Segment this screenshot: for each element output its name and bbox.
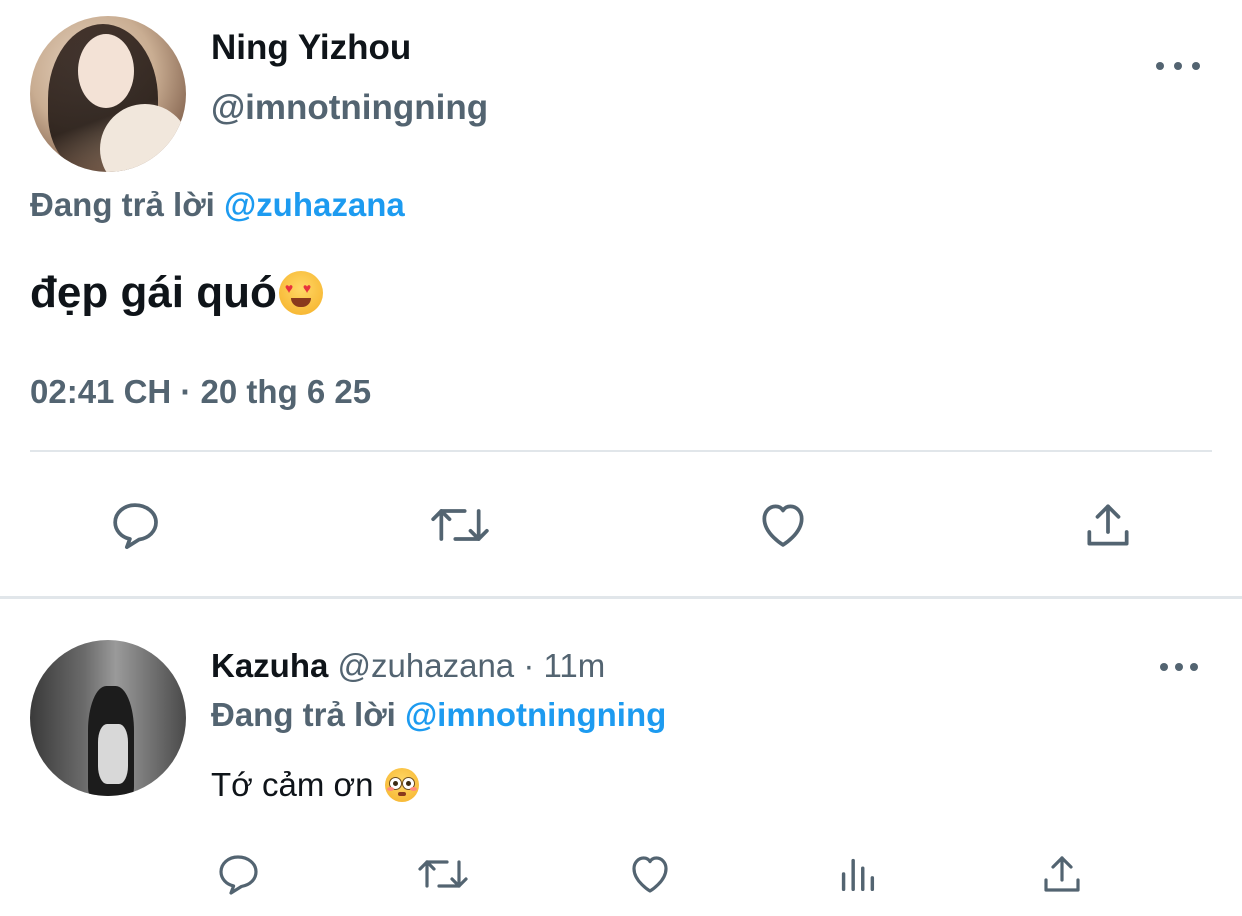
reply-replying-to-line: Đang trả lời @imnotningning	[211, 696, 666, 734]
reply-text-content: Tớ cảm ơn	[211, 766, 374, 803]
more-dot-icon	[1160, 663, 1168, 671]
more-dot-icon	[1175, 663, 1183, 671]
mention-link[interactable]: @imnotningning	[405, 696, 666, 733]
heart-eyes-emoji-icon: ♥ ♥	[278, 271, 323, 315]
retweet-button[interactable]	[425, 494, 495, 556]
retweet-icon	[431, 509, 489, 541]
more-dot-icon	[1192, 62, 1200, 70]
reply-author-handle[interactable]: @zuhazana	[338, 647, 515, 684]
mention-link[interactable]: @zuhazana	[224, 186, 405, 223]
more-options-button[interactable]	[1156, 56, 1200, 76]
header-separator: ·	[523, 647, 535, 684]
like-icon	[762, 504, 804, 547]
reply-share-button[interactable]	[1036, 848, 1088, 900]
more-dot-icon	[1190, 663, 1198, 671]
reply-views-button[interactable]	[832, 848, 882, 900]
tweet-timestamp[interactable]: 02:41 CH · 20 thg 6 25	[30, 373, 371, 411]
reply-retweet-button[interactable]	[413, 848, 473, 900]
avatar-skin	[98, 724, 128, 784]
reply-tweet-text: Tớ cảm ơn	[211, 766, 420, 804]
reply-icon	[113, 503, 158, 550]
reply-time-ago[interactable]: 11m	[544, 647, 606, 684]
divider	[30, 450, 1212, 452]
author-name[interactable]: Ning Yizhou	[211, 28, 411, 68]
author-handle[interactable]: @imnotningning	[211, 88, 488, 128]
retweet-icon	[418, 860, 468, 888]
views-icon	[841, 858, 875, 892]
section-divider	[0, 596, 1242, 599]
tweet-text: đẹp gái quó ♥ ♥	[30, 268, 323, 318]
like-icon	[632, 856, 668, 893]
replying-to-line: Đang trả lời @zuhazana	[30, 186, 405, 224]
author-avatar[interactable]	[30, 16, 186, 172]
share-button[interactable]	[1078, 494, 1138, 556]
reply-author-name[interactable]: Kazuha	[211, 647, 328, 684]
tweet-text-content: đẹp gái quó	[30, 268, 277, 317]
reply-more-options-button[interactable]	[1160, 658, 1198, 676]
share-icon	[1087, 504, 1129, 546]
more-dot-icon	[1174, 62, 1182, 70]
reply-like-button[interactable]	[624, 848, 676, 900]
replying-prefix: Đang trả lời	[211, 696, 396, 733]
share-icon	[1044, 856, 1080, 892]
reply-button[interactable]	[104, 494, 166, 556]
flushed-emoji-icon	[385, 768, 420, 802]
replying-prefix: Đang trả lời	[30, 186, 215, 223]
reply-author-avatar[interactable]	[30, 640, 186, 796]
reply-reply-button[interactable]	[212, 848, 264, 900]
reply-icon	[219, 855, 258, 895]
avatar-face	[78, 34, 134, 108]
like-button[interactable]	[752, 494, 814, 556]
reply-header: Kazuha @zuhazana · 11m	[211, 647, 605, 685]
more-dot-icon	[1156, 62, 1164, 70]
